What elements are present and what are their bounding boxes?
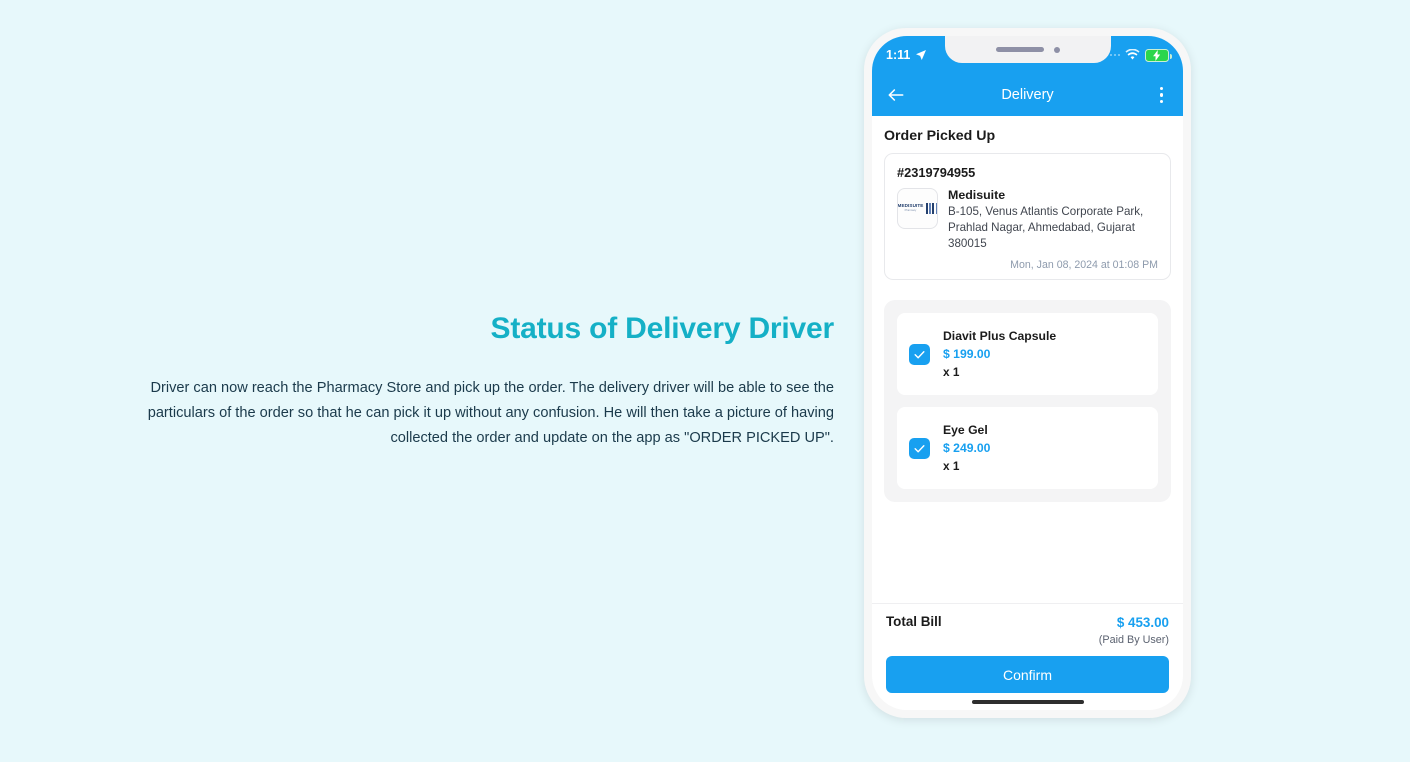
- bottom-bar: Total Bill $ 453.00 (Paid By User) Confi…: [872, 603, 1183, 710]
- location-arrow-icon: [916, 50, 927, 60]
- battery-charging-icon: [1145, 48, 1172, 62]
- item-name: Eye Gel: [943, 423, 988, 437]
- total-bill-values: $ 453.00 (Paid By User): [1099, 614, 1169, 646]
- status-bar-left: 1:11: [886, 48, 927, 62]
- order-items-list: Diavit Plus Capsule $ 199.00 x 1 Eye Gel…: [884, 300, 1171, 502]
- description-panel: Status of Delivery Driver Driver can now…: [0, 0, 860, 762]
- order-timestamp: Mon, Jan 08, 2024 at 01:08 PM: [1010, 259, 1158, 271]
- item-name: Diavit Plus Capsule: [943, 329, 1057, 343]
- store-row: MEDISUITE Pharmacy Medisuite B-105, Venu…: [897, 188, 1158, 252]
- store-logo-subtext: Pharmacy: [904, 209, 917, 212]
- list-item[interactable]: Eye Gel $ 249.00 x 1: [897, 407, 1158, 489]
- home-indicator: [971, 700, 1084, 704]
- app-bar-title: Delivery: [1001, 87, 1054, 103]
- screen-content: Order Picked Up #2319794955 MEDISUITE Ph…: [872, 116, 1183, 603]
- paid-by-note: (Paid By User): [1098, 634, 1169, 646]
- order-card: #2319794955 MEDISUITE Pharmacy Medisuite: [884, 153, 1171, 280]
- store-address: B-105, Venus Atlantis Corporate Park, Pr…: [948, 205, 1144, 250]
- store-info: Medisuite B-105, Venus Atlantis Corporat…: [948, 188, 1158, 252]
- total-bill-amount: $ 453.00: [1116, 615, 1169, 630]
- kebab-menu-icon[interactable]: [1154, 84, 1169, 106]
- app-bar: Delivery: [872, 74, 1183, 116]
- status-bar: 1:11: [872, 36, 1183, 74]
- item-checkbox[interactable]: [909, 437, 930, 459]
- item-quantity: x 1: [943, 459, 960, 473]
- item-price: $ 199.00: [943, 347, 991, 361]
- page-title: Status of Delivery Driver: [490, 311, 835, 345]
- list-item[interactable]: Diavit Plus Capsule $ 199.00 x 1: [897, 313, 1158, 395]
- store-logo-bars-icon: [925, 203, 937, 214]
- item-checkbox[interactable]: [909, 343, 930, 365]
- phone-screen: 1:11 Delivery Order Picked Up #231979495…: [872, 36, 1183, 710]
- total-row: Total Bill $ 453.00 (Paid By User): [886, 614, 1169, 646]
- front-camera-icon: [1053, 46, 1060, 53]
- charging-bolt-icon: [1153, 49, 1161, 61]
- page-description: Driver can now reach the Pharmacy Store …: [147, 379, 834, 446]
- store-logo-wordmark: MEDISUITE Pharmacy: [898, 204, 923, 212]
- store-name: Medisuite: [948, 188, 1006, 202]
- item-info: Eye Gel $ 249.00 x 1: [943, 423, 1146, 473]
- item-info: Diavit Plus Capsule $ 199.00 x 1: [943, 329, 1146, 379]
- status-time: 1:11: [886, 48, 911, 62]
- item-quantity: x 1: [943, 365, 960, 379]
- phone-mockup: 1:11 Delivery Order Picked Up #231979495…: [864, 28, 1191, 718]
- wifi-icon: [1125, 49, 1140, 60]
- status-bar-right: [1109, 48, 1172, 62]
- confirm-button[interactable]: Confirm: [886, 656, 1169, 693]
- signal-dots-icon: [1109, 53, 1120, 57]
- back-arrow-icon[interactable]: [886, 85, 906, 105]
- item-price: $ 249.00: [943, 441, 991, 455]
- phone-notch: [944, 36, 1111, 63]
- check-icon: [914, 444, 925, 452]
- order-id: #2319794955: [897, 165, 976, 180]
- total-bill-label: Total Bill: [886, 614, 942, 629]
- store-logo-icon: MEDISUITE Pharmacy: [897, 188, 938, 229]
- speaker-grille-icon: [995, 47, 1044, 52]
- check-icon: [914, 350, 925, 358]
- section-title: Order Picked Up: [884, 128, 996, 144]
